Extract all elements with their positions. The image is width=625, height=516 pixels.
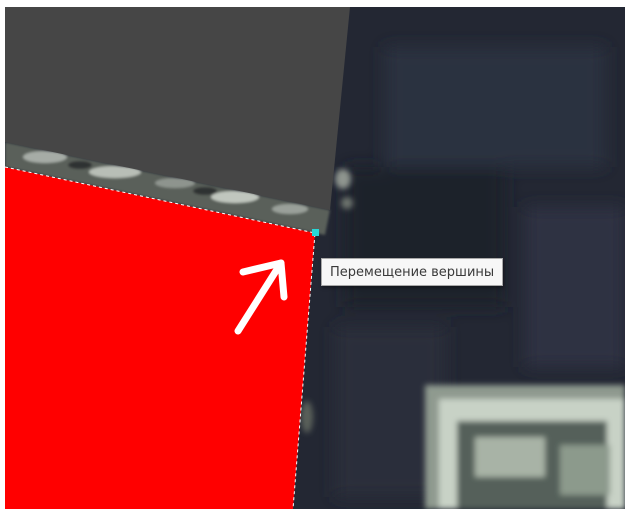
map-canvas[interactable]: Перемещение вершины (5, 7, 625, 509)
tooltip: Перемещение вершины (321, 258, 504, 286)
vertex-handle-icon[interactable] (312, 229, 319, 236)
map-layer (5, 7, 625, 509)
